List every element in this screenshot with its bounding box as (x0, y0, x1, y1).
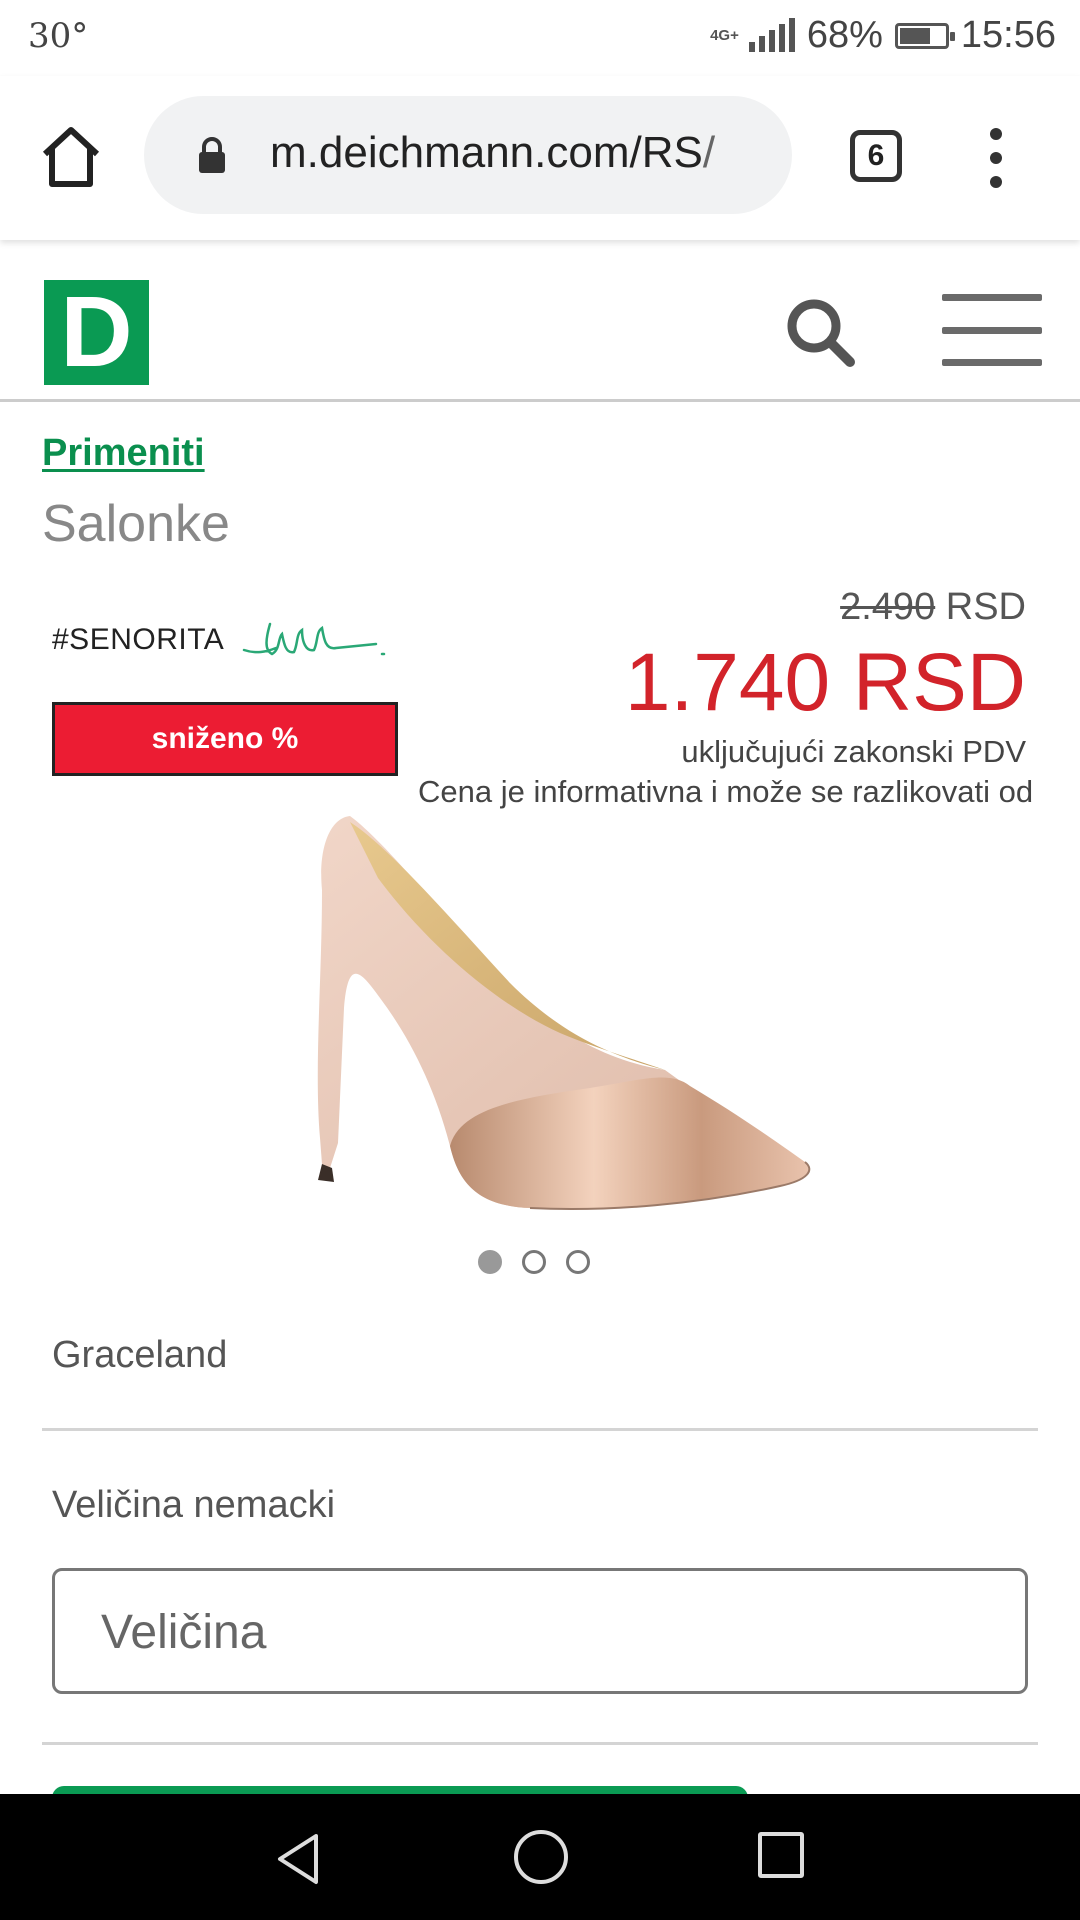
status-right-group: 4G+ 68% 15:56 (710, 14, 1056, 57)
sale-badge: sniženo % (52, 702, 398, 776)
more-vert-icon[interactable] (978, 128, 1014, 188)
hamburger-menu-icon[interactable] (942, 294, 1042, 366)
browser-toolbar: m.deichmann.com/RS/ 6 (0, 76, 1080, 240)
temperature: 30° (28, 16, 89, 56)
old-price-value: 2.490 (840, 586, 936, 628)
search-icon[interactable] (780, 292, 860, 372)
divider (42, 1428, 1038, 1431)
carousel-dot[interactable] (478, 1250, 502, 1274)
old-price-currency: RSD (945, 586, 1026, 628)
product-image[interactable] (260, 808, 820, 1238)
divider (42, 1742, 1038, 1745)
old-price: 2.490 RSD (840, 586, 1026, 629)
back-icon[interactable] (274, 1832, 324, 1886)
url-main: m.deichmann.com/RS (270, 128, 703, 177)
lock-icon (199, 137, 225, 173)
size-placeholder: Veličina (101, 1606, 267, 1659)
price-info-note: Cena je informativna i može se razlikova… (418, 774, 1034, 809)
senorita-text: #SENORITA (52, 623, 225, 656)
category-title: Salonke (42, 495, 230, 553)
address-bar[interactable]: m.deichmann.com/RS/ (144, 96, 792, 214)
battery-level (899, 27, 930, 44)
home-nav-icon[interactable] (514, 1830, 568, 1884)
network-type: 4G+ (710, 26, 739, 44)
carousel-dots (478, 1250, 590, 1274)
tabs-icon[interactable]: 6 (850, 130, 902, 182)
home-icon[interactable] (40, 124, 102, 190)
url-tail: / (702, 128, 716, 177)
clock: 15:56 (960, 14, 1056, 56)
vat-note: uključujući zakonski PDV (681, 734, 1026, 769)
size-label: Veličina nemacki (52, 1484, 336, 1526)
carousel-dot[interactable] (566, 1250, 590, 1274)
signal-icon (748, 17, 795, 52)
signature-icon (243, 622, 386, 656)
recents-icon[interactable] (758, 1832, 804, 1878)
size-select[interactable]: Veličina (52, 1568, 1028, 1694)
brand-link[interactable]: Primeniti (42, 432, 205, 475)
deichmann-logo[interactable]: D (44, 280, 149, 385)
status-bar: 30° 4G+ 68% 15:56 (0, 0, 1080, 76)
senorita-tag: #SENORITA (52, 610, 386, 670)
new-price: 1.740 RSD (624, 637, 1026, 728)
carousel-dot[interactable] (522, 1250, 546, 1274)
site-header: D (0, 240, 1080, 402)
manufacturer-name: Graceland (52, 1334, 228, 1376)
navigation-bar (0, 1794, 1080, 1920)
url-text[interactable]: m.deichmann.com/RS/ (270, 128, 715, 178)
battery-icon (894, 22, 955, 49)
battery-percent: 68% (806, 14, 883, 56)
